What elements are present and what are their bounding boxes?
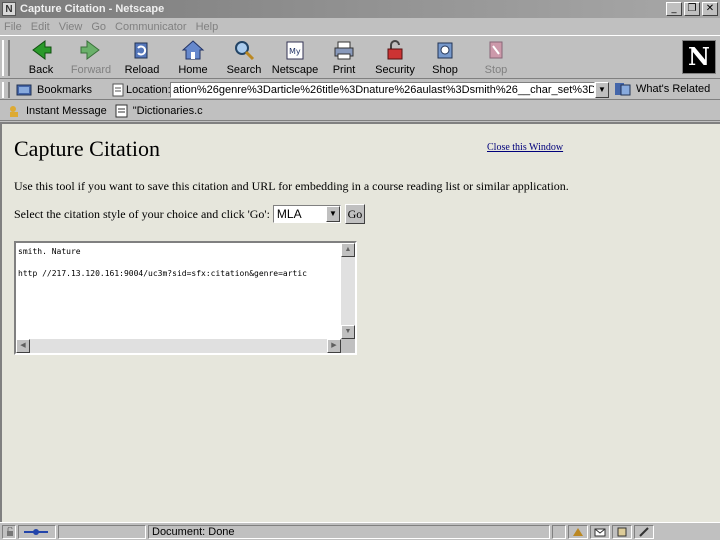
minimize-button[interactable]: _ [666, 2, 682, 16]
print-label: Print [332, 64, 356, 76]
search-icon [235, 41, 255, 61]
status-text: Document: Done [148, 524, 550, 539]
citation-line-2: http //217.13.120.161:9004/uc3m?sid=sfx:… [18, 269, 307, 278]
connection-status-icon [18, 524, 56, 539]
forward-button[interactable]: Forward [66, 38, 116, 78]
home-label: Home [178, 64, 208, 76]
menu-communicator[interactable]: Communicator [115, 21, 187, 33]
citation-textarea[interactable]: smith. Nature http //217.13.120.161:9004… [16, 243, 341, 339]
security-status-icon[interactable] [2, 524, 16, 539]
navigator-icon[interactable] [568, 524, 588, 539]
location-label: Location: [126, 83, 171, 96]
menu-file[interactable]: File [4, 21, 22, 33]
netscape-icon: My [286, 41, 304, 60]
title-bar: N Capture Citation - Netscape _ ❐ ✕ [0, 0, 720, 18]
netscape-logo[interactable]: N [682, 40, 716, 74]
navigation-toolbar: Back Forward Reload Home Search My Netsc… [0, 35, 720, 79]
citation-line-1: smith. Nature [18, 247, 81, 256]
page-content: Capture Citation Close this Window Use t… [0, 122, 720, 522]
toolbar-grip[interactable] [2, 40, 10, 76]
citation-textarea-frame: smith. Nature http //217.13.120.161:9004… [14, 241, 357, 355]
newsgroups-icon[interactable] [612, 524, 632, 539]
chevron-down-icon[interactable]: ▼ [325, 206, 340, 222]
whats-related-icon [615, 83, 631, 96]
restore-button[interactable]: ❐ [684, 2, 700, 16]
scroll-left-icon[interactable]: ◀ [16, 339, 30, 353]
location-toolbar-grip[interactable] [2, 81, 10, 98]
back-button[interactable]: Back [16, 38, 66, 78]
stop-button[interactable]: Stop [471, 38, 521, 78]
menu-view[interactable]: View [59, 21, 83, 33]
scroll-up-icon[interactable]: ▲ [341, 243, 355, 257]
bookmarks-label: Bookmarks [37, 83, 93, 96]
style-selected-value: MLA [276, 207, 302, 221]
composer-icon[interactable] [634, 524, 654, 539]
netscape-label: Netscape [271, 64, 319, 76]
instant-message-icon [10, 105, 18, 117]
dictionaries-label: "Dictionaries.c [132, 104, 203, 117]
go-button[interactable]: Go [344, 204, 365, 224]
progress-bar [58, 524, 146, 539]
instant-message-label: Instant Message [26, 104, 107, 117]
personal-toolbar: Instant Message "Dictionaries.c [0, 101, 720, 121]
search-label: Search [226, 64, 262, 76]
page-proxy-icon[interactable] [112, 83, 126, 97]
search-button[interactable]: Search [219, 38, 269, 78]
reload-label: Reload [124, 64, 160, 76]
reload-icon [134, 42, 148, 59]
scroll-down-icon[interactable]: ▼ [341, 325, 355, 339]
padlock-icon [387, 40, 403, 60]
location-url-field[interactable]: ation%26genre%3Darticle%26title%3Dnature… [170, 82, 595, 98]
printer-icon [334, 41, 354, 60]
citation-style-select[interactable]: MLA ▼ [272, 205, 341, 223]
close-window-button[interactable]: ✕ [702, 2, 718, 16]
home-icon [181, 40, 205, 60]
whats-related-button[interactable]: What's Related [614, 82, 710, 96]
location-label-group: Location: [112, 83, 171, 97]
status-bar: Document: Done [0, 522, 720, 540]
scroll-corner [341, 339, 355, 353]
close-window-link[interactable]: Close this Window [487, 142, 563, 153]
url-history-dropdown[interactable]: ▼ [595, 82, 609, 98]
bookmarks-icon [16, 84, 32, 95]
page-title: Capture Citation [14, 136, 161, 161]
print-button[interactable]: Print [319, 38, 369, 78]
shop-label: Shop [432, 64, 458, 76]
forward-arrow-icon [80, 40, 100, 60]
component-bar-grip[interactable] [552, 524, 566, 539]
back-arrow-icon [32, 40, 52, 60]
stop-label: Stop [484, 64, 508, 76]
scroll-right-icon[interactable]: ▶ [327, 339, 341, 353]
dictionaries-bookmark[interactable]: "Dictionaries.c [115, 104, 203, 118]
mail-icon[interactable] [590, 524, 610, 539]
whats-related-label: What's Related [636, 83, 711, 95]
menu-bar: File Edit View Go Communicator Help [0, 18, 720, 35]
instant-message-button[interactable]: Instant Message [8, 104, 107, 118]
style-prompt: Select the citation style of your choice… [14, 206, 270, 221]
menu-go[interactable]: Go [91, 21, 106, 33]
intro-text: Use this tool if you want to save this c… [14, 179, 569, 193]
bookmark-page-icon [115, 104, 128, 117]
window-title: Capture Citation - Netscape [20, 3, 165, 15]
menu-help[interactable]: Help [196, 21, 219, 33]
svg-text:My: My [289, 47, 301, 56]
shop-button[interactable]: Shop [420, 38, 470, 78]
horizontal-scrollbar[interactable]: ◀ ▶ [16, 339, 341, 353]
location-toolbar: Bookmarks Location: ation%26genre%3Darti… [0, 80, 720, 100]
reload-button[interactable]: Reload [117, 38, 167, 78]
security-button[interactable]: Security [370, 38, 420, 78]
forward-label: Forward [70, 64, 112, 76]
netscape-button[interactable]: My Netscape [270, 38, 320, 78]
stop-icon [489, 41, 503, 59]
back-label: Back [28, 64, 54, 76]
citation-style-row: Select the citation style of your choice… [14, 204, 365, 224]
home-button[interactable]: Home [168, 38, 218, 78]
vertical-scrollbar[interactable]: ▲ ▼ [341, 243, 355, 339]
bookmarks-button[interactable]: Bookmarks [16, 83, 108, 97]
netscape-app-icon: N [2, 2, 16, 16]
menu-edit[interactable]: Edit [31, 21, 50, 33]
shop-icon [437, 42, 453, 59]
security-label: Security [375, 64, 415, 76]
